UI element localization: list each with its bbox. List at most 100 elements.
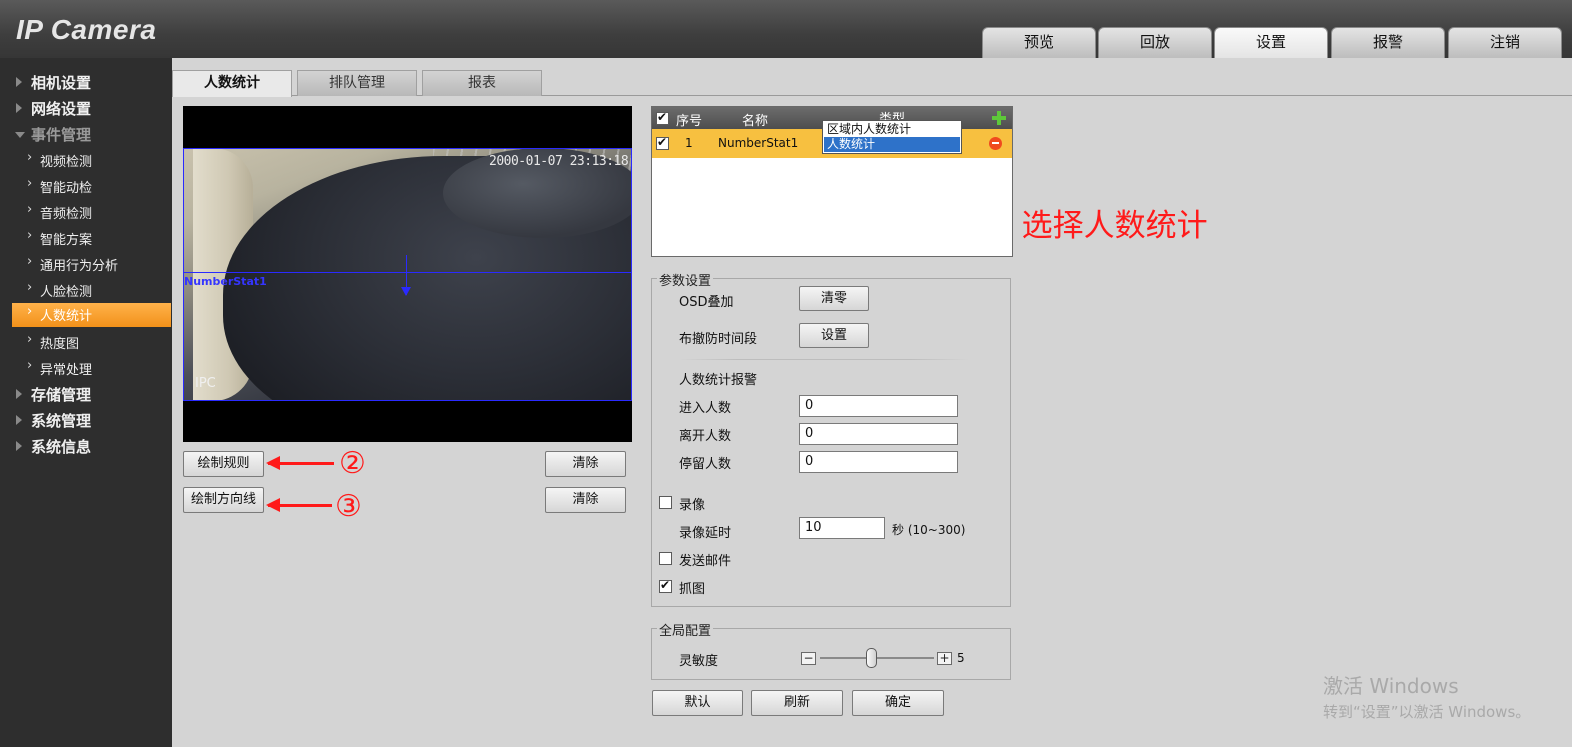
sidebar-item-video-detection[interactable]: › 视频检测 <box>0 149 172 173</box>
annotation-arrow-2 <box>266 456 334 470</box>
sidebar-item-label: 人脸检测 <box>40 285 93 300</box>
email-checkbox[interactable] <box>659 552 672 565</box>
sensitivity-slider-track[interactable] <box>820 657 934 659</box>
sidebar-item-network-settings[interactable]: 网络设置 <box>0 97 172 121</box>
chevron-right-icon: › <box>27 332 33 347</box>
sensitivity-increase-button[interactable]: + <box>937 652 952 665</box>
sidebar-item-label: 异常处理 <box>40 363 93 378</box>
select-all-checkbox[interactable] <box>656 110 669 125</box>
video-preview[interactable]: NumberStat1 2000-01-07 23:13:18 IPC <box>183 106 632 442</box>
sensitivity-decrease-button[interactable]: − <box>801 652 816 665</box>
row-checkbox[interactable] <box>656 135 669 150</box>
default-button[interactable]: 默认 <box>652 690 743 716</box>
osd-clear-button[interactable]: 清零 <box>799 286 869 311</box>
tab-logout[interactable]: 注销 <box>1448 27 1562 58</box>
direction-arrow-icon <box>401 287 411 296</box>
sidebar-item-label: 视频检测 <box>40 155 93 170</box>
osd-channel-name: IPC <box>195 376 216 391</box>
sidebar-item-system-management[interactable]: 系统管理 <box>0 409 172 433</box>
clear-direction-button[interactable]: 清除 <box>545 487 626 513</box>
refresh-button[interactable]: 刷新 <box>751 690 843 716</box>
dropdown-option-people-counting[interactable]: 人数统计 <box>824 137 960 152</box>
add-rule-icon[interactable] <box>992 111 1006 125</box>
sidebar-item-exception-handling[interactable]: › 异常处理 <box>0 357 172 381</box>
header-name: 名称 <box>742 114 769 129</box>
tab-preview[interactable]: 预览 <box>982 27 1096 58</box>
annotation-step-3: ③ <box>335 489 362 524</box>
snapshot-checkbox[interactable] <box>659 578 672 593</box>
triangle-right-icon <box>16 389 22 399</box>
sidebar-item-face-detection[interactable]: › 人脸检测 <box>0 279 172 303</box>
sidebar-item-people-counting[interactable]: › 人数统计 <box>12 303 171 327</box>
dropdown-option-area-counting[interactable]: 区域内人数统计 <box>824 122 960 137</box>
record-checkbox[interactable] <box>659 496 672 509</box>
record-delay-label: 录像延时 <box>679 526 732 541</box>
clear-rule-button[interactable]: 清除 <box>545 451 626 477</box>
stay-count-label: 停留人数 <box>679 457 732 472</box>
rule-type-dropdown[interactable]: 区域内人数统计 人数统计 <box>822 120 962 154</box>
schedule-label: 布撤防时间段 <box>679 332 758 347</box>
sidebar-item-audio-detection[interactable]: › 音频检测 <box>0 201 172 225</box>
sidebar-item-storage-management[interactable]: 存储管理 <box>0 383 172 407</box>
watermark-line1: 激活 Windows <box>1323 674 1459 698</box>
annotation-arrow-3 <box>266 498 332 512</box>
sidebar-item-label: 热度图 <box>40 337 80 352</box>
triangle-right-icon <box>16 77 22 87</box>
chevron-right-icon: › <box>27 150 33 165</box>
triangle-down-icon <box>15 132 25 138</box>
sidebar-item-label: 系统管理 <box>31 412 92 430</box>
sidebar-item-heatmap[interactable]: › 热度图 <box>0 331 172 355</box>
record-label: 录像 <box>679 498 706 513</box>
windows-activation-watermark: 激活 Windows 转到“设置”以激活 Windows。 <box>1323 670 1530 722</box>
sidebar-item-system-info[interactable]: 系统信息 <box>0 435 172 459</box>
annotation-step-1: ① 选择人数统计 <box>984 208 1208 244</box>
sidebar: 相机设置 网络设置 事件管理 › 视频检测 › 智能动检 › 音频检测 › 智能… <box>0 58 172 747</box>
draw-direction-button[interactable]: 绘制方向线 <box>183 487 264 513</box>
email-label: 发送邮件 <box>679 554 732 569</box>
delete-rule-icon[interactable] <box>989 137 1002 150</box>
chevron-right-icon: › <box>27 202 33 217</box>
rule-label: NumberStat1 <box>184 275 267 288</box>
snapshot-label: 抓图 <box>679 582 706 597</box>
sidebar-item-label: 存储管理 <box>31 386 92 404</box>
sidebar-item-smart-motion[interactable]: › 智能动检 <box>0 175 172 199</box>
subtab-queue-management[interactable]: 排队管理 <box>297 70 417 96</box>
header-index: 序号 <box>676 114 703 129</box>
record-delay-unit: 秒 (10~300) <box>892 523 966 537</box>
sidebar-item-label: 智能动检 <box>40 181 93 196</box>
sensitivity-label: 灵敏度 <box>679 654 719 669</box>
sensitivity-value: 5 <box>957 651 965 665</box>
tab-settings[interactable]: 设置 <box>1214 27 1328 58</box>
chevron-right-icon: › <box>27 358 33 373</box>
sidebar-item-smart-plan[interactable]: › 智能方案 <box>0 227 172 251</box>
row-index: 1 <box>685 136 693 150</box>
chevron-right-icon: › <box>27 176 33 191</box>
tab-alarm[interactable]: 报警 <box>1331 27 1445 58</box>
leave-count-label: 离开人数 <box>679 429 732 444</box>
app-logo: IP Camera <box>16 14 157 45</box>
record-delay-input[interactable]: 10 <box>799 517 885 539</box>
osd-timestamp: 2000-01-07 23:13:18 <box>489 154 629 169</box>
sidebar-item-label: 系统信息 <box>31 438 92 456</box>
sensitivity-slider-handle[interactable] <box>866 648 877 668</box>
confirm-button[interactable]: 确定 <box>852 690 944 716</box>
tab-playback[interactable]: 回放 <box>1098 27 1212 58</box>
watermark-line2: 转到“设置”以激活 Windows。 <box>1323 703 1531 721</box>
subtab-people-counting[interactable]: 人数统计 <box>172 70 292 97</box>
sidebar-item-label: 相机设置 <box>31 74 92 92</box>
sidebar-item-label: 智能方案 <box>40 233 93 248</box>
stay-count-input[interactable]: 0 <box>799 451 958 473</box>
sidebar-item-camera-settings[interactable]: 相机设置 <box>0 71 172 95</box>
chevron-right-icon: › <box>27 254 33 269</box>
triangle-right-icon <box>16 415 22 425</box>
counting-rule-line[interactable] <box>183 272 632 273</box>
chevron-right-icon: › <box>27 228 33 243</box>
leave-count-input[interactable]: 0 <box>799 423 958 445</box>
chevron-right-icon: › <box>27 304 33 319</box>
sidebar-item-behavior-analysis[interactable]: › 通用行为分析 <box>0 253 172 277</box>
sidebar-item-event-management[interactable]: 事件管理 <box>0 123 172 147</box>
schedule-settings-button[interactable]: 设置 <box>799 323 869 348</box>
subtab-report[interactable]: 报表 <box>422 70 542 96</box>
draw-rule-button[interactable]: 绘制规则 <box>183 451 264 477</box>
enter-count-input[interactable]: 0 <box>799 395 958 417</box>
